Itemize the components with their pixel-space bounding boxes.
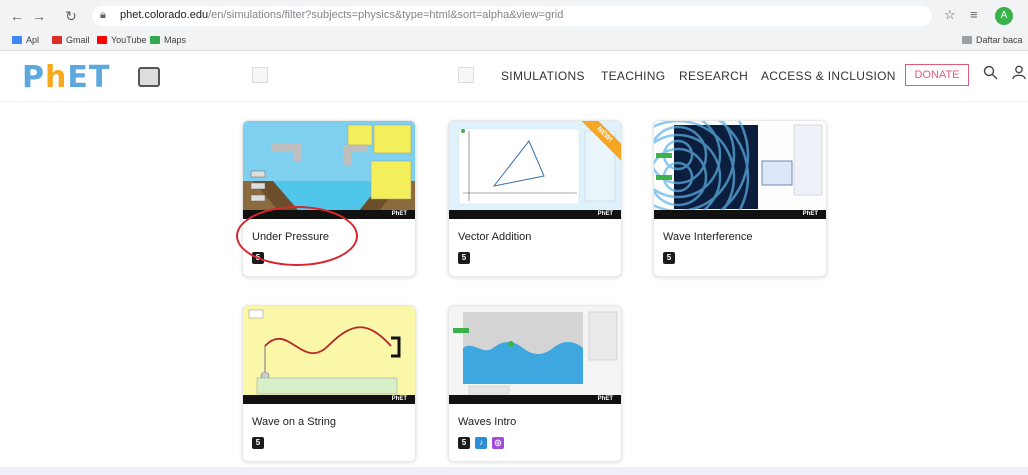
bookmark-apps[interactable]: Apl: [12, 35, 39, 45]
sim-thumbnail: PhET: [243, 306, 415, 404]
placeholder-icon: [252, 67, 268, 83]
accessibility-icon[interactable]: [138, 67, 160, 87]
sim-title: Wave Interference: [663, 231, 753, 243]
sim-thumbnail: PhET: [449, 306, 621, 404]
reload-icon[interactable]: ↻: [62, 7, 80, 25]
sim-thumbnail: PhET: [243, 121, 415, 219]
nav-research[interactable]: RESEARCH: [679, 69, 748, 83]
user-icon[interactable]: [1012, 65, 1026, 84]
browser-toolbar: ← → ↻ 🔒︎ phet.colorado.edu/en/simulation…: [0, 0, 1028, 33]
phet-logo[interactable]: PhET: [22, 60, 110, 95]
site-header: PhET SIMULATIONS TEACHING RESEARCH ACCES…: [0, 51, 1028, 102]
sim-title: Vector Addition: [458, 231, 532, 243]
bookmark-gmail[interactable]: Gmail: [52, 35, 90, 45]
bookmark-youtube[interactable]: YouTube: [97, 35, 146, 45]
profile-avatar[interactable]: A: [995, 7, 1013, 25]
sim-title: Wave on a String: [252, 416, 336, 428]
address-bar[interactable]: 🔒︎ phet.colorado.edu/en/simulations/filt…: [92, 6, 932, 26]
lock-icon: 🔒︎: [100, 9, 106, 21]
sim-badges: 5 ♪ ◎: [458, 437, 504, 449]
sim-navbar: PhET: [243, 395, 415, 404]
screen: ← → ↻ 🔒︎ phet.colorado.edu/en/simulation…: [0, 0, 1028, 475]
bookmarks-bar: Apl Gmail YouTube Maps Daftar baca: [0, 32, 1028, 51]
html5-icon: 5: [458, 437, 470, 449]
search-icon[interactable]: [983, 65, 998, 84]
sim-badges: 5: [252, 437, 264, 449]
donate-button[interactable]: DONATE: [905, 64, 969, 86]
sim-card-wave-on-a-string[interactable]: PhET Wave on a String 5: [242, 305, 416, 462]
url-text: phet.colorado.edu/en/simulations/filter?…: [120, 9, 564, 21]
sim-card-vector-addition[interactable]: NEW! PhET Vector Addition 5: [448, 120, 622, 277]
html5-icon: 5: [458, 252, 470, 264]
back-icon[interactable]: ←: [8, 7, 26, 25]
sim-thumbnail: NEW! PhET: [449, 121, 621, 219]
html5-icon: 5: [252, 437, 264, 449]
gmail-icon: [52, 36, 62, 44]
sim-badges: 5: [458, 252, 470, 264]
nav-access-inclusion[interactable]: ACCESS & INCLUSION: [761, 69, 896, 83]
forward-icon[interactable]: →: [30, 7, 48, 25]
description-icon: ◎: [492, 437, 504, 449]
youtube-icon: [97, 36, 107, 44]
bookmark-star-icon[interactable]: ☆: [944, 7, 956, 23]
bookmark-maps[interactable]: Maps: [150, 35, 186, 45]
page-edge: [0, 467, 1028, 475]
sim-thumbnail: PhET: [654, 121, 826, 219]
html5-icon: 5: [663, 252, 675, 264]
sim-navbar: PhET: [449, 210, 621, 219]
nav-teaching[interactable]: TEACHING: [601, 69, 665, 83]
apps-icon: [12, 36, 22, 44]
sim-card-wave-interference[interactable]: PhET Wave Interference 5: [653, 120, 827, 277]
sim-title: Waves Intro: [458, 416, 517, 428]
placeholder-icon: [458, 67, 474, 83]
reading-list[interactable]: Daftar baca: [962, 35, 1023, 45]
maps-icon: [150, 36, 160, 44]
sim-navbar: PhET: [449, 395, 621, 404]
highlight-circle: [236, 206, 358, 266]
reading-list-icon: [962, 36, 972, 44]
nav-simulations[interactable]: SIMULATIONS: [501, 69, 585, 83]
sim-card-waves-intro[interactable]: PhET Waves Intro 5 ♪ ◎: [448, 305, 622, 462]
sim-navbar: PhET: [654, 210, 826, 219]
sim-badges: 5: [663, 252, 675, 264]
sound-icon: ♪: [475, 437, 487, 449]
reading-list-icon[interactable]: ≡: [970, 7, 978, 22]
